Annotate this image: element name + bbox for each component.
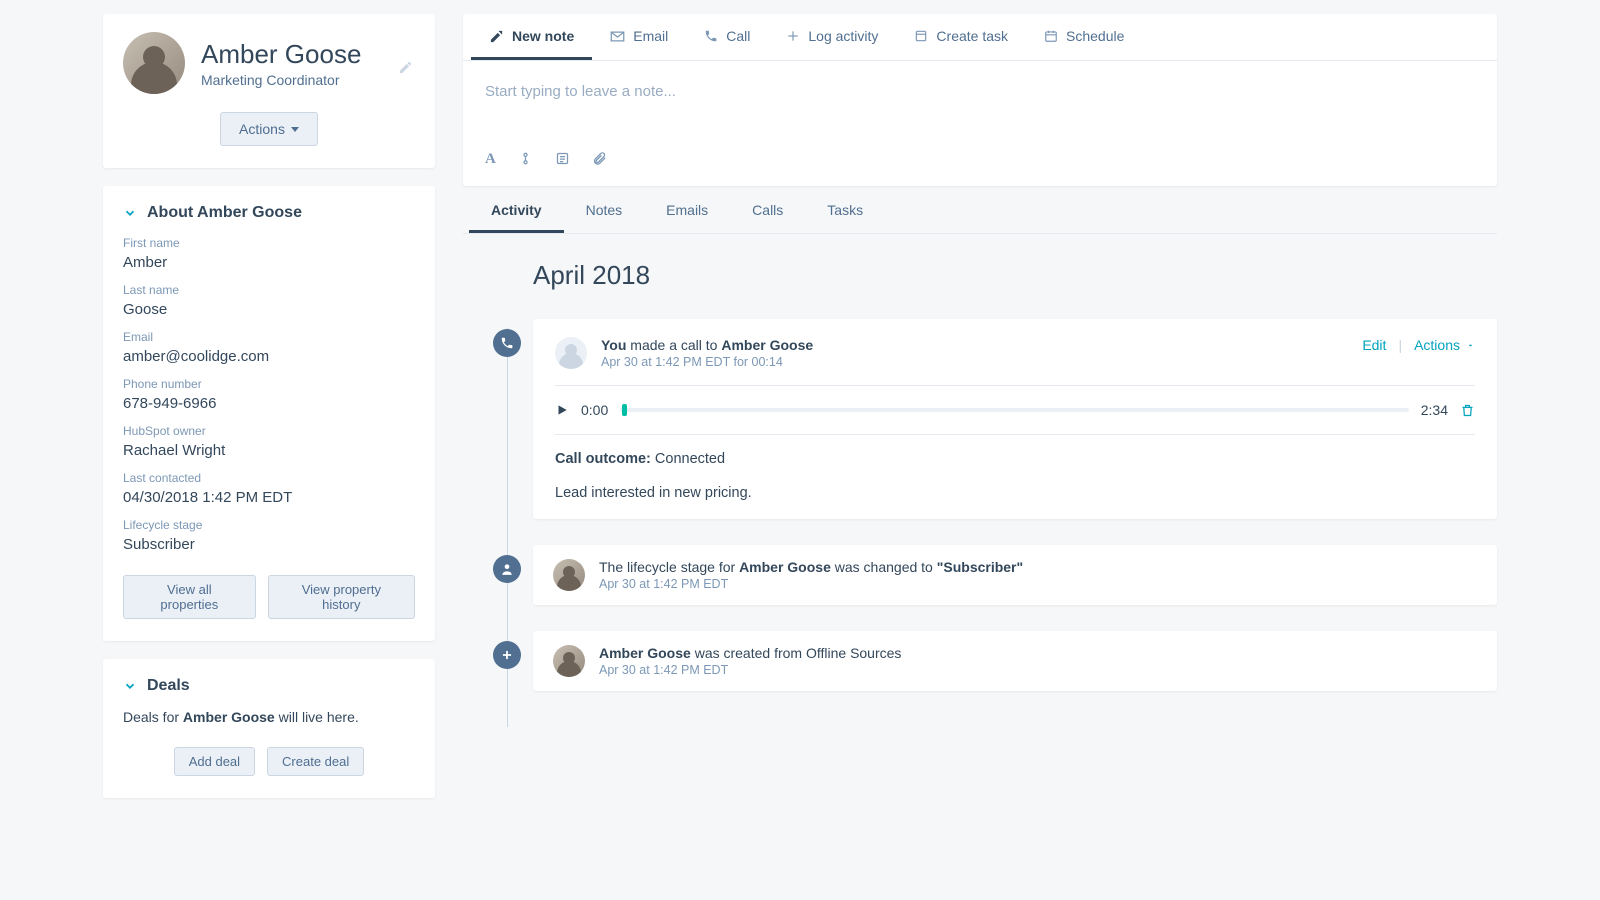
property-label: First name <box>123 236 415 250</box>
email-icon <box>610 29 625 44</box>
property-label: HubSpot owner <box>123 424 415 438</box>
property-label: Last name <box>123 283 415 297</box>
contact-avatar-sm <box>553 559 585 591</box>
user-badge-icon <box>493 555 521 583</box>
property-label: Lifecycle stage <box>123 518 415 532</box>
edit-call-link[interactable]: Edit <box>1362 337 1386 353</box>
property-label: Phone number <box>123 377 415 391</box>
property-value[interactable]: Goose <box>123 301 415 318</box>
property-value[interactable]: Rachael Wright <box>123 442 415 459</box>
tab-new-note[interactable]: New note <box>471 14 592 60</box>
about-section-title: About Amber Goose <box>147 204 302 222</box>
tab-log-activity[interactable]: Log activity <box>768 14 896 60</box>
contact-actions-button[interactable]: Actions <box>220 112 318 146</box>
call-title: You made a call to Amber Goose <box>601 337 813 353</box>
call-badge-icon <box>493 329 521 357</box>
note-icon <box>489 29 504 44</box>
snippet-icon[interactable] <box>555 151 570 168</box>
timeline-item-created: Amber Goose was created from Offline Sou… <box>507 631 1497 691</box>
activity-timeline: April 2018 You made a call to Amber Goos… <box>463 234 1497 727</box>
create-deal-button[interactable]: Create deal <box>267 747 364 776</box>
contact-header-card: Amber Goose Marketing Coordinator Action… <box>103 14 435 168</box>
calendar-icon <box>1044 29 1058 43</box>
play-icon[interactable] <box>555 403 569 417</box>
activity-filter-tabs: Activity Notes Emails Calls Tasks <box>463 188 1497 234</box>
add-deal-button[interactable]: Add deal <box>174 747 255 776</box>
contact-name: Amber Goose <box>201 39 361 70</box>
link-icon[interactable] <box>518 151 533 168</box>
view-property-history-button[interactable]: View property history <box>268 575 415 619</box>
caret-down-icon <box>1466 341 1475 350</box>
property-label: Last contacted <box>123 471 415 485</box>
timeline-item-lifecycle: The lifecycle stage for Amber Goose was … <box>507 545 1497 605</box>
caret-down-icon <box>291 127 299 132</box>
created-title: Amber Goose was created from Offline Sou… <box>599 645 901 661</box>
note-input[interactable]: Start typing to leave a note... <box>463 61 1497 151</box>
filter-tab-tasks[interactable]: Tasks <box>805 188 885 233</box>
call-outcome: Call outcome: Connected <box>555 451 1475 467</box>
contact-actions-label: Actions <box>239 121 285 137</box>
task-icon <box>914 29 928 43</box>
attachment-icon[interactable] <box>592 151 607 168</box>
call-note: Lead interested in new pricing. <box>555 485 1475 501</box>
plus-badge-icon <box>493 641 521 669</box>
format-text-icon[interactable]: A <box>485 151 496 168</box>
audio-track[interactable] <box>620 408 1409 412</box>
property-value[interactable]: Amber <box>123 254 415 271</box>
property-value[interactable]: 04/30/2018 1:42 PM EDT <box>123 489 415 506</box>
edit-contact-icon[interactable] <box>398 60 413 75</box>
lifecycle-meta: Apr 30 at 1:42 PM EDT <box>599 577 1023 591</box>
chevron-down-icon[interactable] <box>123 679 137 693</box>
contact-job-title: Marketing Coordinator <box>201 72 361 88</box>
timeline-month-header: April 2018 <box>533 260 1497 291</box>
tab-email[interactable]: Email <box>592 14 686 60</box>
phone-icon <box>704 29 718 43</box>
timeline-item-call: You made a call to Amber Goose Apr 30 at… <box>507 319 1497 519</box>
note-toolbar: A <box>463 151 1497 186</box>
call-meta: Apr 30 at 1:42 PM EDT for 00:14 <box>601 355 813 369</box>
plus-icon <box>786 29 800 43</box>
property-value[interactable]: amber@coolidge.com <box>123 348 415 365</box>
view-all-properties-button[interactable]: View all properties <box>123 575 256 619</box>
lifecycle-title: The lifecycle stage for Amber Goose was … <box>599 559 1023 575</box>
tab-create-task[interactable]: Create task <box>896 14 1026 60</box>
filter-tab-notes[interactable]: Notes <box>564 188 645 233</box>
call-actions-link[interactable]: Actions <box>1414 337 1475 353</box>
about-section: About Amber Goose First name Amber Last na… <box>103 186 435 641</box>
deals-empty-text: Deals for Amber Goose will live here. <box>123 709 415 725</box>
chevron-down-icon[interactable] <box>123 206 137 220</box>
contact-avatar <box>123 32 185 94</box>
compose-tabs: New note Email Call Log activity Create … <box>463 14 1497 61</box>
compose-card: New note Email Call Log activity Create … <box>463 14 1497 186</box>
delete-recording-icon[interactable] <box>1460 403 1475 418</box>
filter-tab-emails[interactable]: Emails <box>644 188 730 233</box>
tab-call[interactable]: Call <box>686 14 768 60</box>
audio-duration: 2:34 <box>1421 402 1448 418</box>
property-value[interactable]: 678-949-6966 <box>123 395 415 412</box>
filter-tab-calls[interactable]: Calls <box>730 188 805 233</box>
actor-avatar <box>555 337 587 369</box>
tab-schedule[interactable]: Schedule <box>1026 14 1142 60</box>
call-audio-player: 0:00 2:34 <box>555 402 1475 418</box>
audio-current-time: 0:00 <box>581 402 608 418</box>
deals-section: Deals Deals for Amber Goose will live he… <box>103 659 435 798</box>
created-meta: Apr 30 at 1:42 PM EDT <box>599 663 901 677</box>
property-value[interactable]: Subscriber <box>123 536 415 553</box>
note-placeholder: Start typing to leave a note... <box>485 83 676 100</box>
property-label: Email <box>123 330 415 344</box>
contact-avatar-sm <box>553 645 585 677</box>
filter-tab-activity[interactable]: Activity <box>469 188 564 233</box>
deals-section-title: Deals <box>147 677 190 695</box>
